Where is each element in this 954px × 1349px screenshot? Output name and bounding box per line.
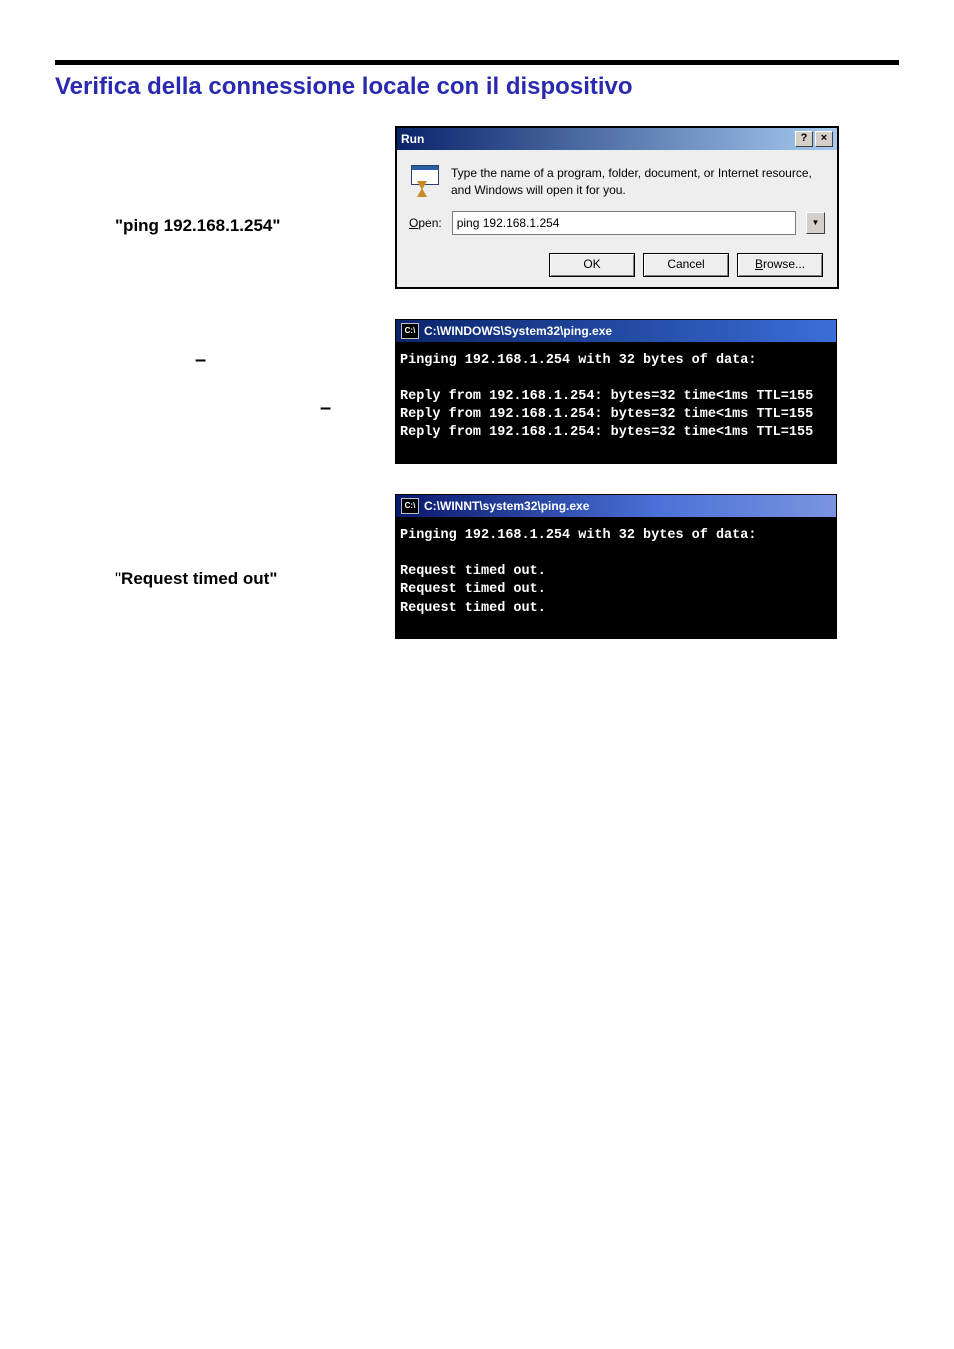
close-button[interactable]: × bbox=[815, 131, 833, 147]
run-icon bbox=[409, 165, 441, 197]
page-heading: Verifica della connessione locale con il… bbox=[55, 73, 899, 101]
browse-button[interactable]: Browse... bbox=[737, 253, 823, 277]
console-timeout-titlebar: C:\ C:\WINNT\system32\ping.exe bbox=[396, 495, 836, 517]
console-timeout: C:\ C:\WINNT\system32\ping.exe Pinging 1… bbox=[395, 494, 837, 639]
top-rule bbox=[55, 60, 899, 65]
run-dialog: Run ? × Type the name of a program, fold… bbox=[395, 126, 839, 289]
dropdown-button[interactable]: ▼ bbox=[806, 212, 825, 234]
cmd-icon: C:\ bbox=[401, 498, 419, 514]
timeout-label: "Request timed out" bbox=[115, 569, 395, 589]
open-label: Open: bbox=[409, 216, 442, 230]
console-timeout-body: Pinging 192.168.1.254 with 32 bytes of d… bbox=[396, 517, 836, 618]
console-success-title: C:\WINDOWS\System32\ping.exe bbox=[424, 324, 612, 338]
ok-button[interactable]: OK bbox=[549, 253, 635, 277]
console-timeout-title: C:\WINNT\system32\ping.exe bbox=[424, 499, 589, 513]
cmd-icon: C:\ bbox=[401, 323, 419, 339]
open-input[interactable] bbox=[452, 211, 796, 235]
console-success-body: Pinging 192.168.1.254 with 32 bytes of d… bbox=[396, 342, 836, 443]
row-console-success: – – C:\ C:\WINDOWS\System32\ping.exe Pin… bbox=[55, 319, 899, 464]
row-run-dialog: "ping 192.168.1.254" Run ? × bbox=[55, 126, 899, 289]
dash-1: – bbox=[195, 349, 395, 372]
console-success: C:\ C:\WINDOWS\System32\ping.exe Pinging… bbox=[395, 319, 837, 464]
run-description: Type the name of a program, folder, docu… bbox=[451, 165, 825, 199]
help-button[interactable]: ? bbox=[795, 131, 813, 147]
dash-2: – bbox=[320, 397, 395, 420]
run-dialog-title: Run bbox=[401, 132, 424, 146]
ping-command-label: "ping 192.168.1.254" bbox=[115, 216, 395, 236]
console-success-titlebar: C:\ C:\WINDOWS\System32\ping.exe bbox=[396, 320, 836, 342]
row-console-timeout: "Request timed out" C:\ C:\WINNT\system3… bbox=[55, 494, 899, 639]
cancel-button[interactable]: Cancel bbox=[643, 253, 729, 277]
run-dialog-titlebar: Run ? × bbox=[397, 128, 837, 150]
